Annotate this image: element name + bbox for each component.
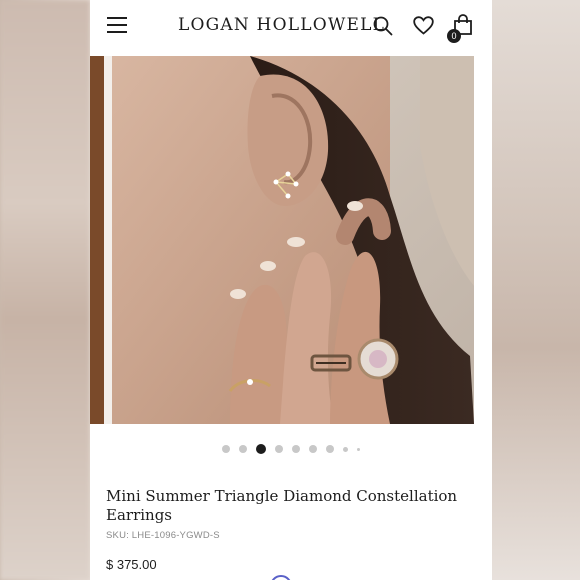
image-carousel-pager xyxy=(90,442,492,456)
product-price: $ 375.00 xyxy=(106,557,157,572)
product-photo[interactable] xyxy=(90,56,474,424)
brand-logo[interactable]: LOGAN HOLLOWELL xyxy=(178,15,385,35)
carousel-dot-active[interactable] xyxy=(256,444,266,454)
carousel-dot[interactable] xyxy=(292,445,300,453)
product-sku: SKU: LHE-1096-YGWD-S xyxy=(106,530,220,541)
heart-icon[interactable] xyxy=(413,16,434,35)
search-icon[interactable] xyxy=(373,16,393,36)
carousel-dot[interactable] xyxy=(222,445,230,453)
carousel-dot[interactable] xyxy=(239,445,247,453)
product-title: Mini Summer Triangle Diamond Constellati… xyxy=(106,487,458,524)
blurred-background-left xyxy=(0,0,90,580)
blurred-background-right xyxy=(490,0,580,580)
cart-count-badge: 0 xyxy=(447,29,461,43)
carousel-dot[interactable] xyxy=(326,445,334,453)
carousel-dot[interactable] xyxy=(309,445,317,453)
carousel-dot[interactable] xyxy=(357,447,360,451)
hamburger-menu-icon[interactable] xyxy=(107,17,127,35)
site-header: LOGAN HOLLOWELL 0 xyxy=(90,0,492,56)
chat-button[interactable] xyxy=(270,575,292,580)
phone-screen: LOGAN HOLLOWELL 0 Mini Summer Triangle D… xyxy=(90,0,492,580)
carousel-dot[interactable] xyxy=(275,445,283,453)
ring-medallion xyxy=(357,338,399,380)
carousel-dot[interactable] xyxy=(343,446,348,452)
